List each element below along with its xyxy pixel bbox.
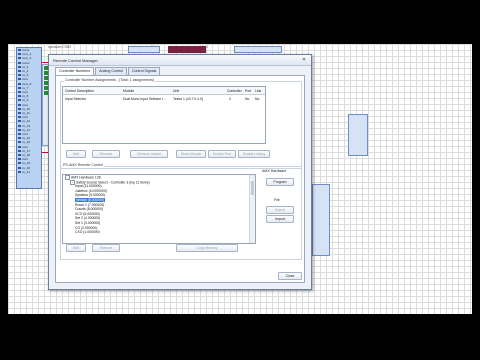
column-header[interactable]: Unit — [173, 89, 179, 93]
tree-node-label: Jukebox (10.000000) — [75, 188, 107, 193]
column-header[interactable]: Controller — [227, 89, 242, 93]
amx-remove-button[interactable]: Remove — [92, 244, 120, 252]
import-button[interactable]: Import — [266, 215, 294, 223]
canvas-block[interactable] — [348, 114, 368, 156]
tree-node-label: Systems (9.000000) — [75, 193, 106, 198]
header-item: xpodsiam CHB2 — [48, 45, 72, 49]
cell: No — [255, 96, 260, 101]
column-header[interactable]: Module — [123, 89, 134, 93]
tree-node-label: Counts (6.000000) — [75, 207, 104, 212]
dialog-titlebar[interactable]: Remote Control Manager ✕ — [49, 55, 311, 66]
tab-analog-control[interactable]: Analog Control — [95, 67, 127, 75]
tree-scrollbar[interactable] — [249, 175, 255, 243]
copy-memory-button[interactable]: Copy Memory — [176, 244, 238, 252]
show-module-button[interactable]: Show Module — [176, 150, 206, 158]
column-header[interactable]: Port — [245, 89, 251, 93]
cell: Dual Mono Input Selector I... — [123, 96, 166, 101]
table-header: Control Description Module Unit Controll… — [63, 87, 265, 95]
scroll-thumb[interactable] — [251, 181, 254, 195]
amx-group-label: PS-AMX Remote Control — [62, 163, 104, 167]
table-row[interactable]: Input Selector Dual Mono Input Selector … — [63, 95, 265, 101]
assignments-table[interactable]: Control Description Module Unit Controll… — [62, 86, 266, 144]
column-header[interactable]: Link — [255, 89, 261, 93]
input-pin: xx_21 — [17, 170, 41, 174]
tab-panel: Controller Number Assignments - (Total: … — [55, 75, 305, 283]
canvas-block[interactable] — [234, 46, 282, 53]
amx-tree[interactable]: − AMX Hardware 128− Safety Source Select -… — [62, 174, 256, 244]
cell: Tesira 1 (v3.7.0.4.0) — [173, 96, 203, 101]
tree-node-label: CO (2.000000) — [75, 225, 98, 230]
tree-node-label: XCO (5.000000) — [75, 211, 100, 216]
tree-node-label: CXO (1.000000) — [75, 230, 100, 235]
amx-edit-button[interactable]: Edit — [66, 244, 86, 252]
remove-button[interactable]: Remove — [92, 150, 120, 158]
column-header[interactable]: Control Description — [65, 89, 94, 93]
enable-linking-button[interactable]: Enable Linking — [238, 150, 270, 158]
dialog-title: Remote Control Manager — [53, 58, 98, 63]
tree-node-label: Room 1 (7.000000) — [75, 202, 105, 207]
controller-group-label: Controller Number Assignments - (Total: … — [64, 78, 156, 82]
input-block[interactable]: xxxxx xxxx_1 xxxx_2 xxxxx xx_3 xx_4 xx_5… — [16, 47, 42, 189]
tree-node-label: Set 2 (4.000000) — [75, 216, 101, 221]
tab-strip: Controller Numbers Analog Control Contro… — [55, 67, 161, 76]
tree-node-label: Input (11.000000) — [75, 184, 102, 189]
enable-port-button[interactable]: Enable Port — [208, 150, 236, 158]
tree-node-label: Vendor (8.000000) — [75, 197, 106, 202]
cell: Input Selector — [65, 96, 86, 101]
remote-control-dialog: Remote Control Manager ✕ Controller Numb… — [48, 54, 312, 290]
tab-control-signals[interactable]: Control Signals — [127, 67, 161, 75]
close-button[interactable]: Close — [278, 272, 302, 280]
remove-invalid-button[interactable]: Remove Invalid — [130, 150, 168, 158]
amx-hardware-label: AMX Hardware — [262, 169, 287, 173]
close-icon[interactable]: ✕ — [300, 57, 308, 63]
cell: No — [245, 96, 250, 101]
canvas-block[interactable] — [312, 184, 330, 256]
cell: 3 — [229, 96, 231, 101]
canvas-block[interactable] — [168, 46, 206, 53]
file-label: File — [274, 198, 280, 202]
edit-button[interactable]: Edit — [66, 150, 86, 158]
tree-node-label: Set 1 (3.000000) — [75, 220, 101, 225]
program-button[interactable]: Program — [266, 178, 294, 186]
canvas-block[interactable] — [128, 46, 160, 53]
tree-node[interactable]: CXO (1.000000) — [63, 230, 255, 235]
export-button[interactable]: Export — [266, 206, 294, 214]
